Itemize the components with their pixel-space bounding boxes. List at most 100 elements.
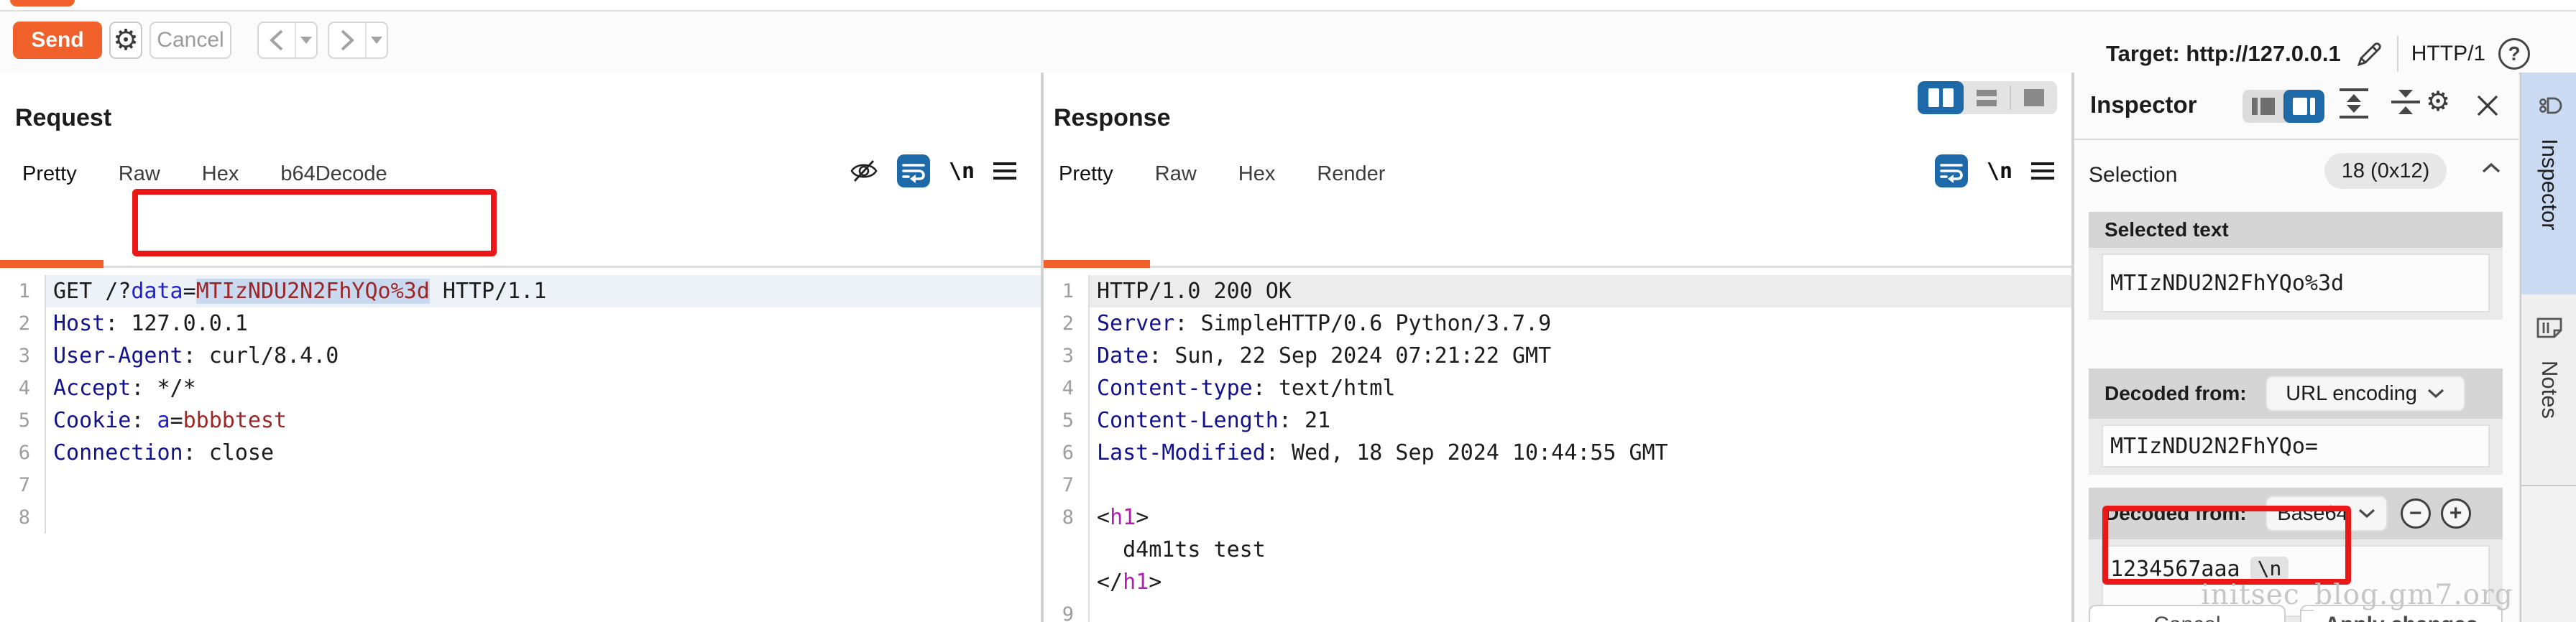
code-line[interactable]: 3Date: Sun, 22 Sep 2024 07:21:22 GMT [1044, 340, 2071, 372]
tab-raw[interactable]: Raw [1155, 162, 1197, 186]
inspector-header: Inspector ⚙ [2074, 73, 2518, 140]
send-settings-button[interactable]: ⚙ [109, 22, 142, 59]
line-number [1044, 534, 1074, 566]
response-title: Response [1054, 104, 1171, 132]
layout-columns-button[interactable] [1918, 81, 1964, 114]
code-line[interactable]: 1HTTP/1.0 200 OK [1044, 275, 2071, 307]
word-wrap-toggle[interactable] [1935, 154, 1968, 187]
code-line[interactable]: 4Content-type: text/html [1044, 372, 2071, 404]
code-line[interactable]: 5Cookie: a=bbbbtest [0, 404, 1041, 437]
selection-label: Selection [2089, 163, 2177, 187]
url-decoded-value[interactable]: MTIzNDU2N2FhYQo= [2102, 424, 2490, 468]
tab-b64decode[interactable]: b64Decode [280, 162, 387, 186]
close-icon[interactable] [2475, 93, 2501, 119]
line-number: 7 [1044, 469, 1074, 501]
target-url-label: Target: http://127.0.0.1 [2106, 41, 2341, 67]
line-number: 3 [0, 340, 30, 372]
line-number: 2 [0, 307, 30, 340]
line-number: 4 [0, 372, 30, 404]
request-editor[interactable]: 1GET /?data=MTIzNDU2N2FhYQo%3d HTTP/1.12… [0, 269, 1041, 622]
code-line[interactable]: 7 [1044, 469, 2071, 501]
section-header: Selected text [2089, 212, 2503, 248]
code-line[interactable]: 2Server: SimpleHTTP/0.6 Python/3.7.9 [1044, 307, 2071, 340]
forward-dropdown-arrow[interactable] [367, 23, 387, 57]
active-tab-underline [0, 260, 104, 268]
collapse-all-icon[interactable] [2391, 90, 2420, 114]
line-number: 1 [0, 275, 30, 307]
tab-pretty[interactable]: Pretty [1059, 162, 1113, 186]
sidebar-tab-notes[interactable]: Notes [2521, 294, 2576, 486]
burp-repeater-window: Send ⚙ Cancel Target: http://127.0.0.1 H… [0, 0, 2576, 622]
line-number: 8 [1044, 501, 1074, 534]
tab-hex[interactable]: Hex [202, 162, 239, 186]
line-number: 2 [1044, 307, 1074, 340]
line-number: 7 [0, 469, 30, 501]
inspector-dock-toggle [2242, 90, 2324, 123]
code-line[interactable]: 4Accept: */* [0, 372, 1041, 404]
request-menu-icon[interactable] [993, 162, 1016, 180]
selected-text-value[interactable]: MTIzNDU2N2FhYQo%3d [2102, 254, 2490, 312]
sidebar-tab-label: Notes [2536, 361, 2562, 419]
inspector-settings-gear-icon[interactable]: ⚙ [2426, 85, 2450, 117]
code-line[interactable]: 6Connection: close [0, 437, 1041, 469]
tab-raw[interactable]: Raw [119, 162, 160, 186]
hide-eye-icon[interactable] [850, 157, 878, 185]
layout-rows-button[interactable] [1964, 81, 2010, 114]
gear-icon: ⚙ [113, 24, 139, 57]
send-button[interactable]: Send [13, 22, 102, 59]
selection-length-badge: 18 (0x12) [2324, 153, 2447, 189]
line-number: 4 [1044, 372, 1074, 404]
plug-icon [2535, 91, 2564, 120]
back-button[interactable] [257, 22, 318, 59]
response-editor[interactable]: 1HTTP/1.0 200 OK2Server: SimpleHTTP/0.6 … [1044, 269, 2071, 622]
layout-single-button[interactable] [2011, 81, 2057, 114]
dropdown-value: URL encoding [2286, 382, 2417, 406]
code-line[interactable]: 7 [0, 469, 1041, 501]
line-number: 8 [0, 501, 30, 534]
right-sidebar: Inspector Notes [2520, 73, 2576, 622]
code-line[interactable]: 6Last-Modified: Wed, 18 Sep 2024 10:44:5… [1044, 437, 2071, 469]
cancel-button[interactable]: Cancel [150, 22, 231, 59]
code-line[interactable]: 8 [0, 501, 1041, 534]
http-version-label: HTTP/1 [2411, 42, 2485, 66]
code-line[interactable]: 3User-Agent: curl/8.4.0 [0, 340, 1041, 372]
line-number: 6 [0, 437, 30, 469]
back-dropdown-arrow[interactable] [296, 23, 316, 57]
code-line[interactable]: </h1> [1044, 566, 2071, 598]
encoding-dropdown[interactable]: URL encoding [2266, 376, 2465, 412]
code-line[interactable]: 5Content-Length: 21 [1044, 404, 2071, 437]
code-line[interactable]: 2Host: 127.0.0.1 [0, 307, 1041, 340]
request-tabs: Pretty Raw Hex b64Decode [22, 159, 387, 189]
inspector-title: Inspector [2090, 91, 2197, 119]
forward-button[interactable] [328, 22, 388, 59]
toolbar-divider [2397, 36, 2398, 72]
code-line[interactable]: 1GET /?data=MTIzNDU2N2FhYQo%3d HTTP/1.1 [0, 275, 1041, 307]
toolbar: Send ⚙ Cancel Target: http://127.0.0.1 H… [0, 11, 2576, 74]
sidebar-tab-inspector[interactable]: Inspector [2521, 73, 2576, 294]
show-newlines-toggle[interactable]: \n [949, 159, 975, 184]
response-menu-icon[interactable] [2031, 162, 2054, 180]
tab-pretty[interactable]: Pretty [22, 162, 77, 186]
remove-decode-step-button[interactable]: − [2401, 498, 2431, 529]
code-line[interactable]: 8<h1> [1044, 501, 2071, 534]
tab-render[interactable]: Render [1317, 162, 1385, 186]
watermark: initsec_blog.gm7.org [2201, 579, 2513, 611]
active-tab-underline [1044, 260, 1150, 268]
show-newlines-toggle[interactable]: \n [1987, 159, 2012, 184]
expand-all-icon[interactable] [2340, 88, 2368, 119]
tab-hex[interactable]: Hex [1238, 162, 1276, 186]
line-number: 1 [1044, 275, 1074, 307]
dock-left-button[interactable] [2242, 90, 2283, 123]
request-panel: Request Pretty Raw Hex b64Decode \n 1GET… [0, 73, 1041, 622]
word-wrap-toggle[interactable] [897, 154, 930, 187]
decoded-from-label: Decoded from: [2104, 382, 2247, 405]
code-line[interactable]: d4m1ts test [1044, 534, 2071, 566]
line-number: 5 [0, 404, 30, 437]
chevron-up-icon[interactable] [2481, 162, 2501, 175]
line-number: 9 [1044, 598, 1074, 622]
edit-target-pencil-icon[interactable] [2354, 39, 2384, 69]
add-decode-step-button[interactable]: + [2441, 498, 2471, 529]
dock-right-button[interactable] [2283, 90, 2324, 123]
code-line[interactable]: 9 [1044, 598, 2071, 622]
help-icon[interactable]: ? [2498, 38, 2530, 70]
